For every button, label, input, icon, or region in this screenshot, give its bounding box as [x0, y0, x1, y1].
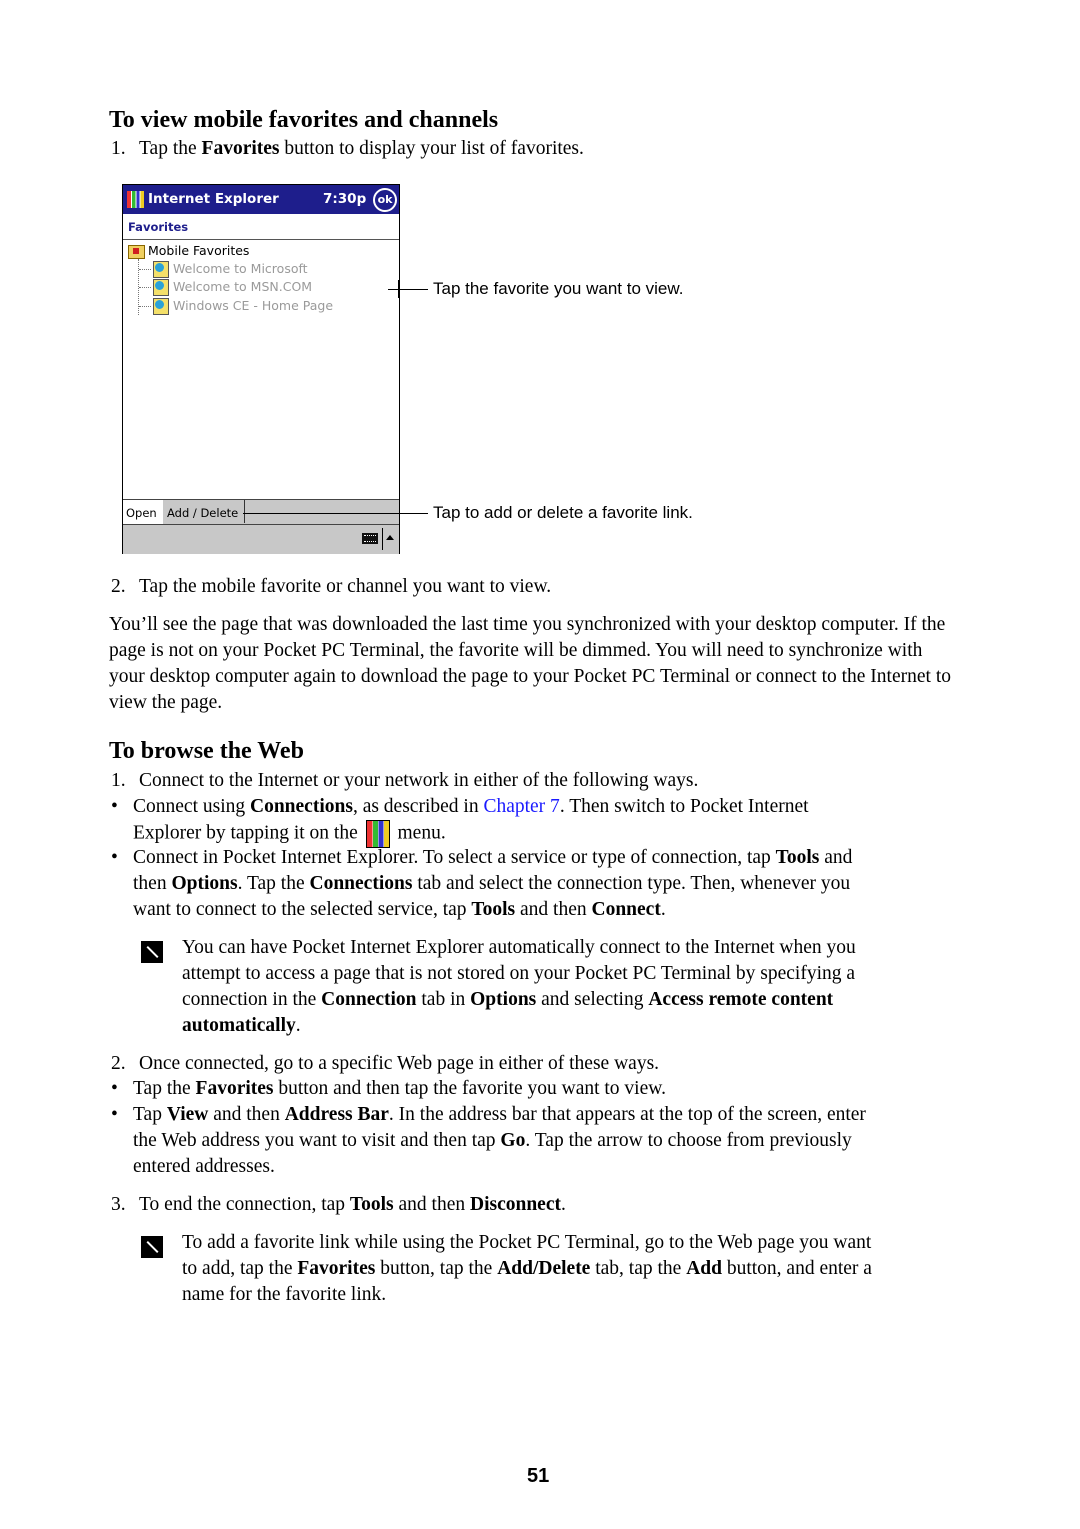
windows-start-icon[interactable]: [127, 191, 144, 208]
folder-mobile-favorites[interactable]: Mobile Favorites: [128, 243, 249, 261]
note-icon: [141, 1236, 163, 1258]
browse-step-3: 3. To end the connection, tap Tools and t…: [111, 1194, 566, 1215]
bullet-address-bar: • Tap View and then Address Bar. In the a…: [111, 1104, 866, 1177]
tab-open[interactable]: Open: [123, 500, 163, 524]
folder-icon: [128, 244, 145, 259]
paragraph-sync: You’ll see the page that was downloaded …: [109, 614, 951, 713]
callout-line: [388, 289, 428, 290]
browse-step-1: 1. Connect to the Internet or your networ…: [111, 770, 699, 791]
pocket-pc-screenshot: Internet Explorer 7:30p ok Favorites Mob…: [122, 184, 400, 554]
clock: 7:30p: [323, 191, 367, 207]
app-title: Internet Explorer: [148, 191, 279, 207]
ie-page-icon: [153, 298, 169, 315]
command-bar: [123, 524, 399, 554]
step-2: 2. Tap the mobile favorite or channel you…: [111, 576, 552, 597]
browse-step-2: 2. Once connected, go to a specific Web p…: [111, 1053, 660, 1074]
note-icon: [141, 941, 163, 963]
favorite-item[interactable]: Welcome to Microsoft: [139, 261, 308, 279]
tab-add-delete[interactable]: Add / Delete: [164, 500, 245, 523]
heading-browse-web: To browse the Web: [109, 738, 304, 764]
callout-add-delete: Tap to add or delete a favorite link.: [433, 503, 693, 522]
heading-view-favorites: To view mobile favorites and channels: [109, 107, 499, 133]
ok-button[interactable]: ok: [373, 188, 397, 212]
start-menu-icon: [365, 820, 390, 848]
ie-page-icon: [153, 279, 169, 296]
callout-line: [243, 513, 428, 514]
title-bar: Internet Explorer 7:30p ok: [123, 185, 399, 214]
favorite-item[interactable]: Welcome to MSN.COM: [139, 279, 312, 297]
favorite-item[interactable]: Windows CE - Home Page: [139, 298, 333, 316]
bullet-favorites: • Tap the Favorites button and then tap t…: [111, 1078, 666, 1099]
note-add-favorite: To add a favorite link while using the P…: [182, 1232, 872, 1305]
favorites-header: Favorites: [123, 215, 399, 240]
tab-bar: Open Add / Delete: [123, 499, 399, 524]
note-auto-connect: You can have Pocket Internet Explorer au…: [182, 937, 856, 1036]
callout-tap-favorite: Tap the favorite you want to view.: [433, 279, 684, 298]
ie-page-icon: [153, 261, 169, 278]
chapter-7-link[interactable]: Chapter 7: [483, 796, 559, 817]
page-number: 51: [527, 1465, 550, 1487]
step-1: 1. Tap the Favorites button to display yo…: [111, 138, 584, 159]
bullet-pocket-ie: • Connect in Pocket Internet Explorer. To…: [111, 847, 853, 920]
keyboard-icon[interactable]: [362, 533, 378, 544]
bullet-connections: • Connect using Connections, as described…: [111, 794, 961, 848]
input-menu-arrow-icon[interactable]: [386, 535, 394, 540]
